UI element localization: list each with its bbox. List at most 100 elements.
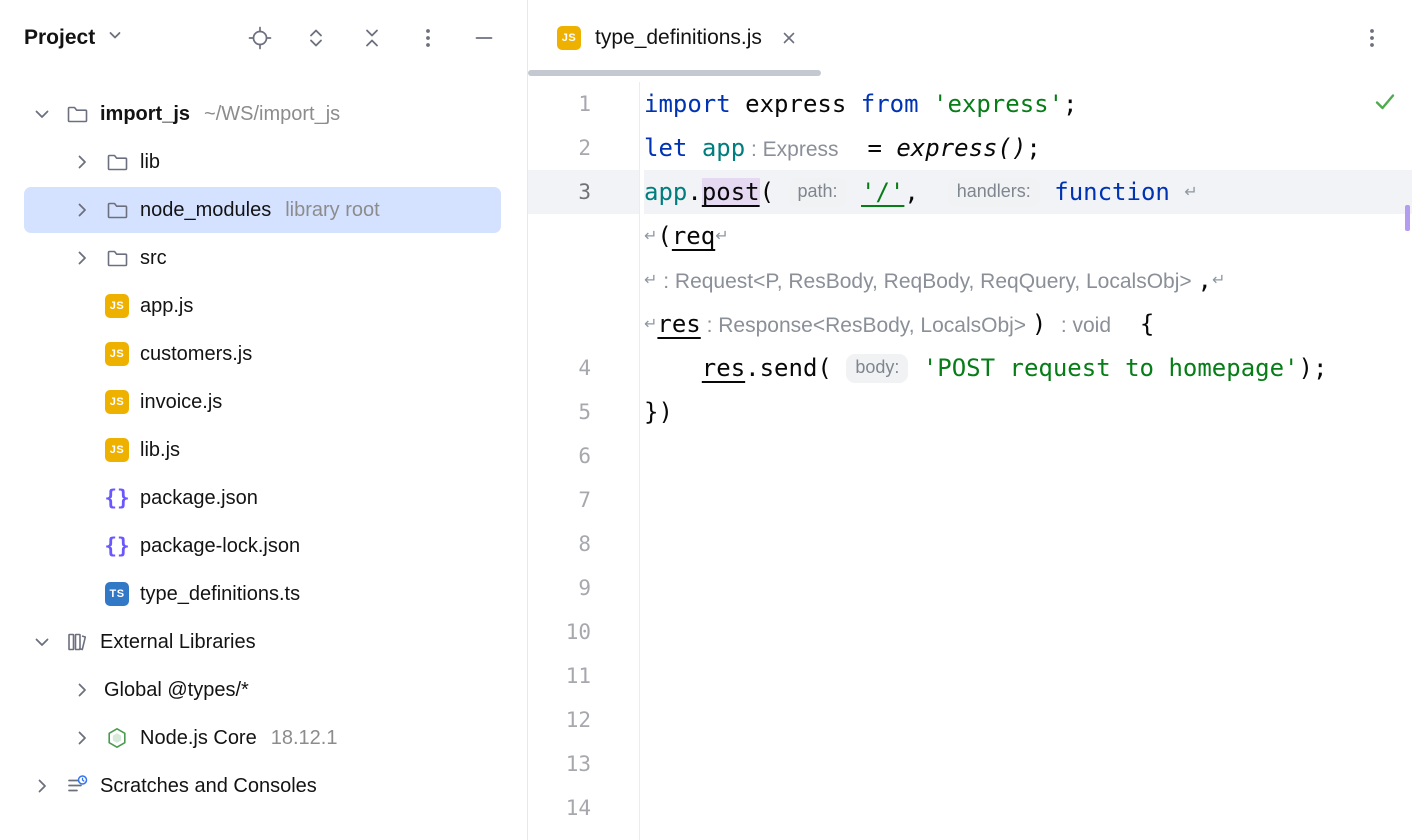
line-number[interactable]: 5: [528, 390, 639, 434]
code-token: body:: [846, 354, 908, 383]
chevron-down-icon[interactable]: [30, 630, 54, 654]
tree-item-label: app.js: [140, 295, 193, 318]
code-token: .: [687, 178, 701, 206]
chevron-right-icon[interactable]: [70, 678, 94, 702]
line-number[interactable]: 3: [528, 170, 639, 214]
chevron-spacer: [70, 486, 94, 510]
tree-item-package-lock-json[interactable]: {}package-lock.json: [0, 522, 527, 570]
tree-item-lib[interactable]: lib: [0, 138, 527, 186]
line-number[interactable]: 10: [528, 610, 639, 654]
tree-item-customers-js[interactable]: JS customers.js: [0, 330, 527, 378]
more-options-button[interactable]: [415, 25, 441, 51]
code-line[interactable]: import express from 'express';: [644, 82, 1412, 126]
chevron-right-icon[interactable]: [70, 246, 94, 270]
code-token: res: [657, 310, 700, 338]
code-token: 'express': [933, 90, 1063, 118]
code-token: .: [745, 354, 759, 382]
tree-item-label: package.json: [140, 487, 258, 510]
code-token: app: [644, 178, 687, 206]
chevron-down-icon[interactable]: [30, 102, 54, 126]
tree-item-external-libraries[interactable]: External Libraries: [0, 618, 527, 666]
code-token: path:: [789, 178, 847, 207]
line-number[interactable]: [528, 302, 639, 346]
line-number[interactable]: 9: [528, 566, 639, 610]
code-token: [687, 134, 701, 162]
tree-item-package-json[interactable]: {}package.json: [0, 474, 527, 522]
tree-item-suffix: 18.12.1: [271, 727, 338, 750]
chevron-right-icon[interactable]: [30, 774, 54, 798]
line-number[interactable]: 8: [528, 522, 639, 566]
js-icon: JS: [104, 437, 130, 463]
collapse-all-button[interactable]: [359, 25, 385, 51]
tree-item-import-js[interactable]: import_js~/WS/import_js: [0, 90, 527, 138]
chevron-right-icon[interactable]: [70, 198, 94, 222]
line-number[interactable]: 6: [528, 434, 639, 478]
tree-item-label: lib: [140, 151, 160, 174]
tree-item-app-js[interactable]: JSapp.js: [0, 282, 527, 330]
js-file-icon: JS: [556, 25, 582, 51]
line-number[interactable]: 7: [528, 478, 639, 522]
chevron-spacer: [70, 582, 94, 606]
expand-all-button[interactable]: [303, 25, 329, 51]
editor-tabbar: JS type_definitions.js: [528, 0, 1412, 76]
scrollbar-caret-mark[interactable]: [1405, 205, 1410, 231]
tree-item-label: import_js: [100, 103, 190, 126]
tree-item-label: invoice.js: [140, 391, 222, 414]
tree-item-suffix: library root: [285, 199, 379, 222]
code-token: [1170, 178, 1184, 206]
soft-wrap-icon: ↵: [644, 314, 657, 333]
locate-button[interactable]: [247, 25, 273, 51]
project-tree: import_js~/WS/import_jslib node_modulesli…: [0, 76, 527, 810]
line-number[interactable]: 2: [528, 126, 639, 170]
tree-item-type-definitions-ts[interactable]: TStype_definitions.ts: [0, 570, 527, 618]
chevron-right-icon[interactable]: [70, 726, 94, 750]
line-number[interactable]: 13: [528, 742, 639, 786]
line-number[interactable]: 4: [528, 346, 639, 390]
hide-button[interactable]: [471, 25, 497, 51]
folder-icon: [104, 245, 130, 271]
folder-icon: [104, 197, 130, 223]
tree-item-lib-js[interactable]: JSlib.js: [0, 426, 527, 474]
line-number[interactable]: [528, 214, 639, 258]
editor-area: JS type_definitions.js 12345678910111213…: [528, 0, 1412, 840]
code-line[interactable]: ↵(req↵: [644, 214, 1412, 258]
code-token: : Express: [745, 138, 838, 161]
tree-item-node-modules[interactable]: node_moduleslibrary root: [0, 186, 527, 234]
tree-item-global-types[interactable]: Global @types/*: [0, 666, 527, 714]
line-number[interactable]: 11: [528, 654, 639, 698]
code-line[interactable]: ↵ : Request<P, ResBody, ReqBody, ReqQuer…: [644, 258, 1412, 302]
more-options-icon[interactable]: [1360, 26, 1384, 50]
code-line[interactable]: let app : Express = express();: [644, 126, 1412, 170]
code-area[interactable]: import express from 'express';let app : …: [640, 82, 1412, 840]
soft-wrap-icon: ↵: [644, 270, 657, 289]
project-panel-header: Project: [0, 0, 527, 76]
editor-tab-type-definitions[interactable]: JS type_definitions.js: [528, 0, 821, 76]
code-line[interactable]: ↵res : Response<ResBody, LocalsObj> ) : …: [644, 302, 1412, 346]
code-token: [1040, 178, 1054, 206]
json-icon: {}: [104, 533, 130, 559]
tree-item-invoice-js[interactable]: JSinvoice.js: [0, 378, 527, 426]
tree-item-scratches-and-consoles[interactable]: Scratches and Consoles: [0, 762, 527, 810]
line-number[interactable]: 14: [528, 786, 639, 830]
chevron-spacer: [70, 534, 94, 558]
close-icon[interactable]: [779, 28, 799, 48]
tree-item-src[interactable]: src: [0, 234, 527, 282]
node-icon: [104, 725, 130, 751]
code-line[interactable]: }): [644, 390, 1412, 434]
tree-item-label: customers.js: [140, 343, 252, 366]
inspections-ok-icon: [1372, 88, 1398, 118]
js-icon: JS: [104, 341, 130, 367]
tree-item-node-js-core[interactable]: Node.js Core18.12.1: [0, 714, 527, 762]
ide-window: Project import_js~/WS/import_jslib node_m…: [0, 0, 1412, 840]
soft-wrap-icon: ↵: [1184, 182, 1197, 201]
code-line[interactable]: res.send( body: 'POST request to homepag…: [644, 346, 1412, 390]
code-token: [644, 354, 702, 382]
code-line[interactable]: app.post( path: '/', handlers: function …: [644, 170, 1412, 214]
code-token: handlers:: [948, 178, 1040, 207]
line-number[interactable]: 1: [528, 82, 639, 126]
line-number[interactable]: [528, 258, 639, 302]
line-number[interactable]: 12: [528, 698, 639, 742]
chevron-right-icon[interactable]: [70, 150, 94, 174]
project-view-selector[interactable]: Project: [24, 25, 125, 51]
project-panel: Project import_js~/WS/import_jslib node_m…: [0, 0, 528, 840]
